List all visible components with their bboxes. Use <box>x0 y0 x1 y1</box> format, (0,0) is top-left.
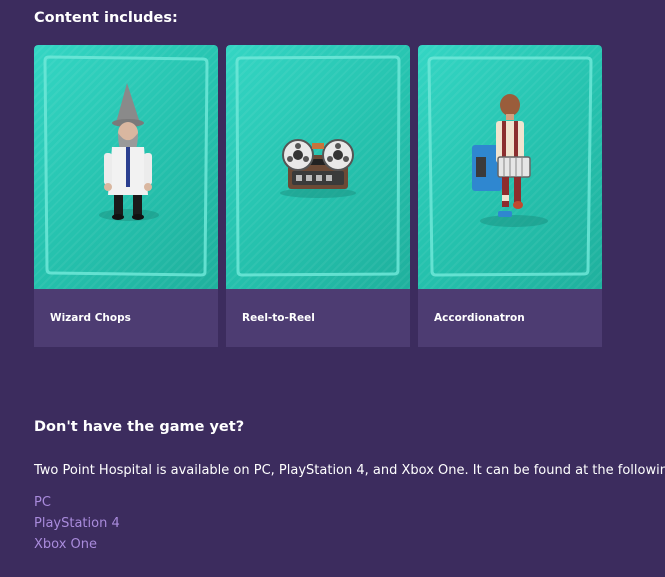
platform-link-list: PC PlayStation 4 Xbox One <box>34 492 120 555</box>
playstation-4-link[interactable]: PlayStation 4 <box>34 516 120 531</box>
card-art <box>418 45 602 289</box>
content-card-accordionatron[interactable]: Accordionatron <box>418 45 602 347</box>
content-card-wizard-chops[interactable]: Wizard Chops <box>34 45 218 347</box>
content-card-list: Wizard Chops Reel-to-Reel Accordionatron <box>34 45 602 347</box>
content-includes-heading: Content includes: <box>34 10 178 26</box>
pc-link[interactable]: PC <box>34 495 51 510</box>
wizard-character-icon <box>99 83 159 221</box>
reel-to-reel-icon <box>280 139 356 198</box>
availability-text: Two Point Hospital is available on PC, P… <box>34 463 665 478</box>
accordionatron-icon <box>472 94 548 227</box>
content-card-reel-to-reel[interactable]: Reel-to-Reel <box>226 45 410 347</box>
xbox-one-link[interactable]: Xbox One <box>34 537 97 552</box>
list-item: PC <box>34 492 120 513</box>
card-label: Reel-to-Reel <box>242 312 315 324</box>
card-label: Wizard Chops <box>50 312 131 324</box>
purchase-heading: Don't have the game yet? <box>34 419 245 435</box>
list-item: Xbox One <box>34 534 120 555</box>
card-art <box>34 45 218 289</box>
card-label: Accordionatron <box>434 312 525 324</box>
card-art <box>226 45 410 289</box>
dlc-content-page: Content includes: Wizard Chops Reel-to-R… <box>0 0 665 577</box>
list-item: PlayStation 4 <box>34 513 120 534</box>
